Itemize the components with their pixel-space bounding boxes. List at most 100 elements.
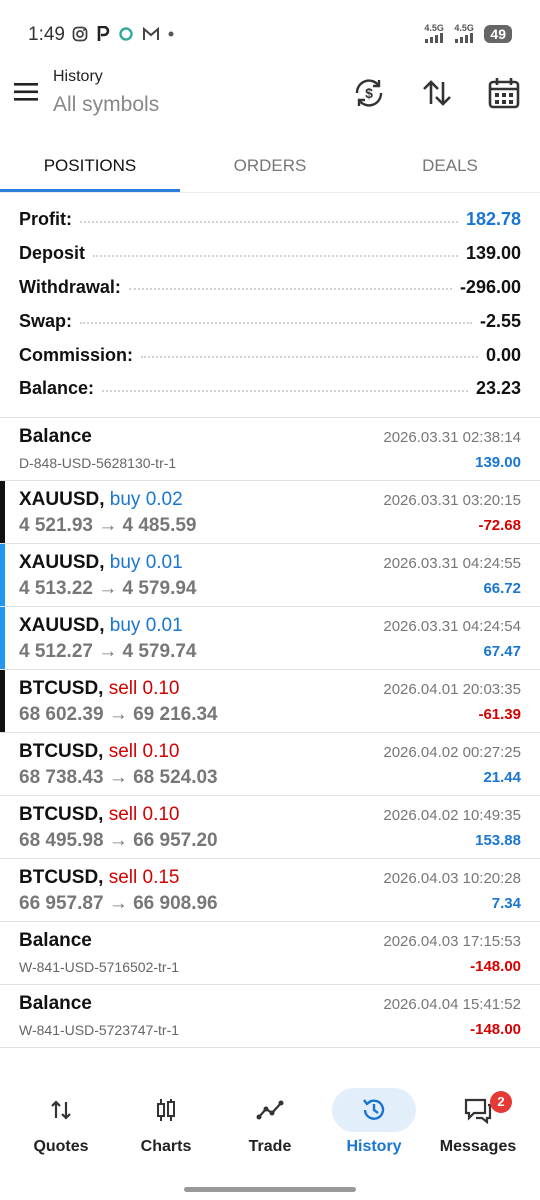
summary-row: Balance: 23.23 xyxy=(0,372,540,406)
row-amount: -61.39 xyxy=(478,706,521,723)
row-title: BTCUSD, sell 0.10 xyxy=(19,678,180,700)
symbol-name: BTCUSD, xyxy=(19,867,104,888)
balance-row[interactable]: Balance D-848-USD-5628130-tr-1 2026.03.31 … xyxy=(0,418,540,481)
signal-2: 4.5G xyxy=(454,24,476,43)
signal-bars-icon xyxy=(425,33,444,43)
transaction-id: W-841-USD-5723747-tr-1 xyxy=(19,1022,180,1038)
row-timestamp: 2026.04.03 10:20:28 xyxy=(383,870,521,887)
page-title: History xyxy=(53,68,103,85)
signal-1: 4.5G xyxy=(424,24,446,43)
row-amount: 67.47 xyxy=(483,643,521,660)
price-range: 4 512.27 → 4 579.74 xyxy=(19,641,197,662)
row-title: Balance xyxy=(19,930,92,952)
symbol-name: BTCUSD, xyxy=(19,741,104,762)
nav-history[interactable]: History xyxy=(322,1085,426,1165)
symbol-name: XAUUSD, xyxy=(19,552,105,573)
price-range: 4 521.93 → 4 485.59 xyxy=(19,515,197,536)
summary-row: Withdrawal: -296.00 xyxy=(0,271,540,305)
row-timestamp: 2026.03.31 04:24:54 xyxy=(383,618,521,635)
row-title: XAUUSD, buy 0.01 xyxy=(19,552,183,574)
symbol-filter[interactable]: All symbols xyxy=(53,93,159,117)
price-range: 68 602.39 → 69 216.34 xyxy=(19,704,218,725)
instagram-icon xyxy=(72,26,88,42)
calendar-icon[interactable] xyxy=(487,76,521,110)
symbol-name: XAUUSD, xyxy=(19,489,105,510)
gmail-icon xyxy=(143,27,159,40)
row-marker xyxy=(0,544,5,606)
balance-row[interactable]: Balance W-841-USD-5716502-tr-1 2026.04.03 … xyxy=(0,922,540,985)
summary-label: Swap: xyxy=(19,310,73,331)
summary-value: 0.00 xyxy=(485,344,521,365)
sort-icon[interactable] xyxy=(420,76,454,110)
summary-value: -296.00 xyxy=(459,276,521,297)
battery-indicator: 49 xyxy=(484,24,512,43)
row-amount: 153.88 xyxy=(475,832,521,849)
unread-badge: 2 xyxy=(490,1091,512,1113)
history-list: Balance D-848-USD-5628130-tr-1 2026.03.31 … xyxy=(0,418,540,1048)
app-header: History All symbols $ xyxy=(0,60,540,130)
nav-quotes[interactable]: Quotes xyxy=(9,1085,113,1165)
trade-direction: sell 0.10 xyxy=(108,804,180,825)
balance-row[interactable]: Balance W-841-USD-5723747-tr-1 2026.04.04 … xyxy=(0,985,540,1048)
summary-row: Swap: -2.55 xyxy=(0,304,540,338)
symbol-name: Balance xyxy=(19,993,92,1014)
row-timestamp: 2026.03.31 02:38:14 xyxy=(383,429,521,446)
tab-divider xyxy=(0,192,540,193)
nav-charts[interactable]: Charts xyxy=(114,1085,218,1165)
position-row[interactable]: BTCUSD, sell 0.10 68 602.39 → 69 216.34 20… xyxy=(0,670,540,733)
nav-messages[interactable]: 2 Messages xyxy=(426,1085,530,1165)
home-indicator[interactable] xyxy=(184,1187,356,1192)
paypal-icon xyxy=(97,26,110,41)
summary-row: Profit: 182.78 xyxy=(0,203,540,237)
tab-bar: POSITIONS ORDERS DEALS xyxy=(0,140,540,192)
row-amount: 21.44 xyxy=(483,769,521,786)
row-title: Balance xyxy=(19,426,92,448)
symbol-name: BTCUSD, xyxy=(19,678,104,699)
currency-refresh-icon[interactable]: $ xyxy=(352,76,386,110)
summary-label: Deposit xyxy=(19,243,86,264)
tab-deals[interactable]: DEALS xyxy=(360,140,540,192)
dotted-leader xyxy=(102,389,468,392)
dotted-leader xyxy=(80,220,458,223)
position-row[interactable]: XAUUSD, buy 0.02 4 521.93 → 4 485.59 2026.… xyxy=(0,481,540,544)
bottom-navigation: Quotes Charts Trade History 2 Messages xyxy=(0,1085,540,1165)
status-notification-icons xyxy=(72,26,174,42)
summary-value: 182.78 xyxy=(465,209,521,230)
row-timestamp: 2026.04.01 20:03:35 xyxy=(383,681,521,698)
row-title: Balance xyxy=(19,993,92,1015)
row-marker xyxy=(0,481,5,543)
tab-positions[interactable]: POSITIONS xyxy=(0,140,180,192)
position-row[interactable]: XAUUSD, buy 0.01 4 512.27 → 4 579.74 2026.… xyxy=(0,607,540,670)
nav-trade[interactable]: Trade xyxy=(218,1085,322,1165)
row-timestamp: 2026.04.02 10:49:35 xyxy=(383,807,521,824)
position-row[interactable]: XAUUSD, buy 0.01 4 513.22 → 4 579.94 2026.… xyxy=(0,544,540,607)
position-row[interactable]: BTCUSD, sell 0.10 68 495.98 → 66 957.20 20… xyxy=(0,796,540,859)
dotted-leader xyxy=(80,322,472,325)
row-amount: -148.00 xyxy=(470,958,521,975)
menu-icon[interactable] xyxy=(14,82,40,102)
summary-value: 23.23 xyxy=(475,378,521,399)
transaction-id: W-841-USD-5716502-tr-1 xyxy=(19,959,180,975)
row-timestamp: 2026.03.31 03:20:15 xyxy=(383,492,521,509)
nav-label: Quotes xyxy=(33,1138,89,1155)
summary-row: Deposit 139.00 xyxy=(0,237,540,271)
dotted-leader xyxy=(93,254,458,257)
row-marker xyxy=(0,607,5,669)
app-ring-icon xyxy=(119,27,133,41)
trade-direction: sell 0.10 xyxy=(108,741,180,762)
tab-orders[interactable]: ORDERS xyxy=(180,140,360,192)
summary-value: 139.00 xyxy=(465,243,521,264)
nav-label: Charts xyxy=(140,1138,192,1155)
position-row[interactable]: BTCUSD, sell 0.15 66 957.87 → 66 908.96 20… xyxy=(0,859,540,922)
row-title: XAUUSD, buy 0.01 xyxy=(19,615,183,637)
nav-label: Trade xyxy=(248,1138,292,1155)
summary-value: -2.55 xyxy=(479,310,521,331)
quotes-icon xyxy=(41,1095,81,1125)
trade-direction: sell 0.10 xyxy=(108,678,180,699)
row-marker xyxy=(0,670,5,732)
summary-panel: Profit: 182.78 Deposit 139.00 Withdrawal: -29… xyxy=(0,203,540,406)
trade-direction: buy 0.02 xyxy=(109,489,183,510)
row-timestamp: 2026.04.02 00:27:25 xyxy=(383,744,521,761)
price-range: 4 513.22 → 4 579.94 xyxy=(19,578,197,599)
position-row[interactable]: BTCUSD, sell 0.10 68 738.43 → 68 524.03 20… xyxy=(0,733,540,796)
